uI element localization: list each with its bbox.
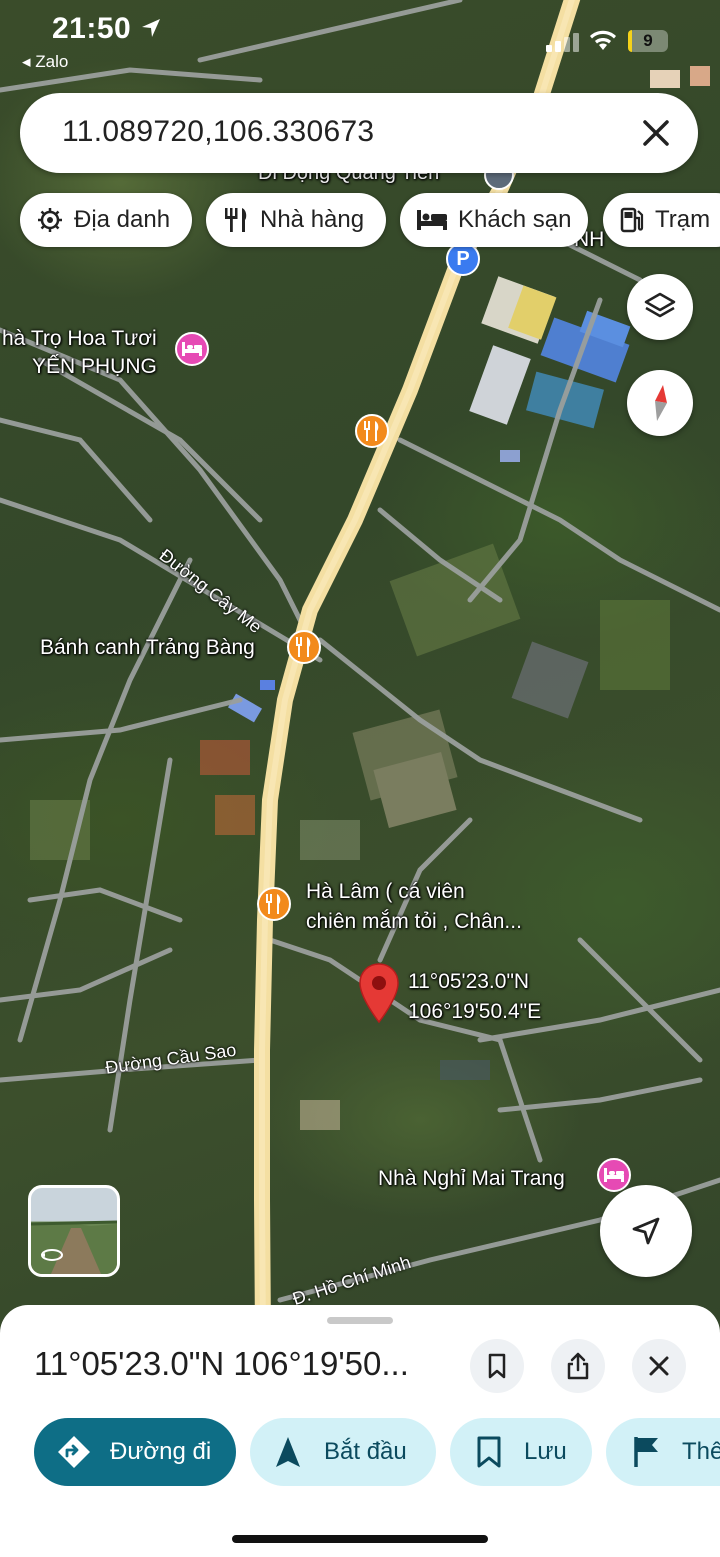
directions-icon (58, 1436, 90, 1468)
restaurant-marker-icon[interactable] (355, 414, 389, 448)
compass-button[interactable] (627, 370, 693, 436)
chip-gas-stations[interactable]: Trạm (603, 193, 720, 247)
flag-icon (634, 1437, 658, 1467)
location-pin-icon[interactable] (356, 962, 402, 1024)
wifi-icon (590, 30, 616, 50)
pin-coordinate-label: 11°05'23.0"N (408, 970, 530, 993)
restaurant-marker-icon[interactable] (287, 630, 321, 664)
back-to-app-link[interactable]: ◂ Zalo (22, 52, 68, 72)
place-label: YẾN PHỤNG (32, 355, 157, 378)
save-place-button[interactable] (470, 1339, 524, 1393)
hotel-marker-icon[interactable] (597, 1158, 631, 1192)
save-button[interactable]: Lưu (450, 1418, 592, 1486)
place-label: Bánh canh Trảng Bàng (40, 636, 255, 659)
pin-coordinate-label: 106°19'50.4"E (408, 1000, 542, 1023)
rotate-360-icon (41, 1249, 63, 1261)
my-location-button[interactable] (600, 1185, 692, 1277)
close-sheet-button[interactable] (632, 1339, 686, 1393)
place-label: chiên mắm tỏi , Chân... (306, 910, 522, 933)
parking-icon[interactable]: P (446, 242, 480, 276)
hotel-marker-icon[interactable] (175, 332, 209, 366)
chip-restaurants[interactable]: Nhà hàng (206, 193, 386, 247)
layers-button[interactable] (627, 274, 693, 340)
navigation-arrow-icon (276, 1437, 300, 1467)
landmark-icon (38, 208, 62, 232)
search-bar[interactable]: 11.089720,106.330673 (20, 93, 698, 173)
cellular-signal-icon (546, 33, 579, 52)
home-indicator[interactable] (232, 1535, 488, 1543)
layers-icon (644, 292, 676, 318)
add-label-button[interactable]: Thê (606, 1418, 720, 1486)
chip-landmarks[interactable]: Địa danh (20, 193, 192, 247)
place-label: hà Trọ Hoa Tươi (2, 327, 157, 350)
directions-button[interactable]: Đường đi (34, 1418, 236, 1486)
clock: 21:50 (52, 12, 162, 46)
restaurant-marker-icon[interactable] (257, 887, 291, 921)
gas-station-icon (620, 207, 644, 233)
battery-icon: 9 (628, 30, 668, 52)
start-navigation-button[interactable]: Bắt đầu (250, 1418, 436, 1486)
compass-icon (655, 385, 667, 421)
chip-hotels[interactable]: Khách sạn (400, 193, 588, 247)
bookmark-icon (488, 1353, 506, 1379)
street-view-thumbnail[interactable] (28, 1185, 120, 1277)
status-bar: 21:50 ◂ Zalo 9 (0, 0, 720, 80)
share-icon (567, 1352, 589, 1380)
share-button[interactable] (551, 1339, 605, 1393)
navigation-arrow-icon (632, 1217, 660, 1245)
close-icon[interactable] (636, 113, 676, 153)
bookmark-icon (477, 1436, 501, 1468)
search-input[interactable]: 11.089720,106.330673 (62, 115, 374, 149)
restaurant-icon (225, 208, 247, 232)
drag-handle[interactable] (327, 1317, 393, 1324)
place-title: 11°05'23.0"N 106°19'50... (34, 1345, 409, 1382)
close-icon (649, 1356, 669, 1376)
hotel-icon (417, 210, 447, 230)
location-arrow-icon (142, 19, 161, 37)
place-label: Nhà Nghỉ Mai Trang (378, 1167, 565, 1190)
place-label: Hà Lâm ( cá viên (306, 880, 465, 903)
place-bottom-sheet[interactable]: 11°05'23.0"N 106°19'50... Đường đi Bắt đ… (0, 1305, 720, 1557)
